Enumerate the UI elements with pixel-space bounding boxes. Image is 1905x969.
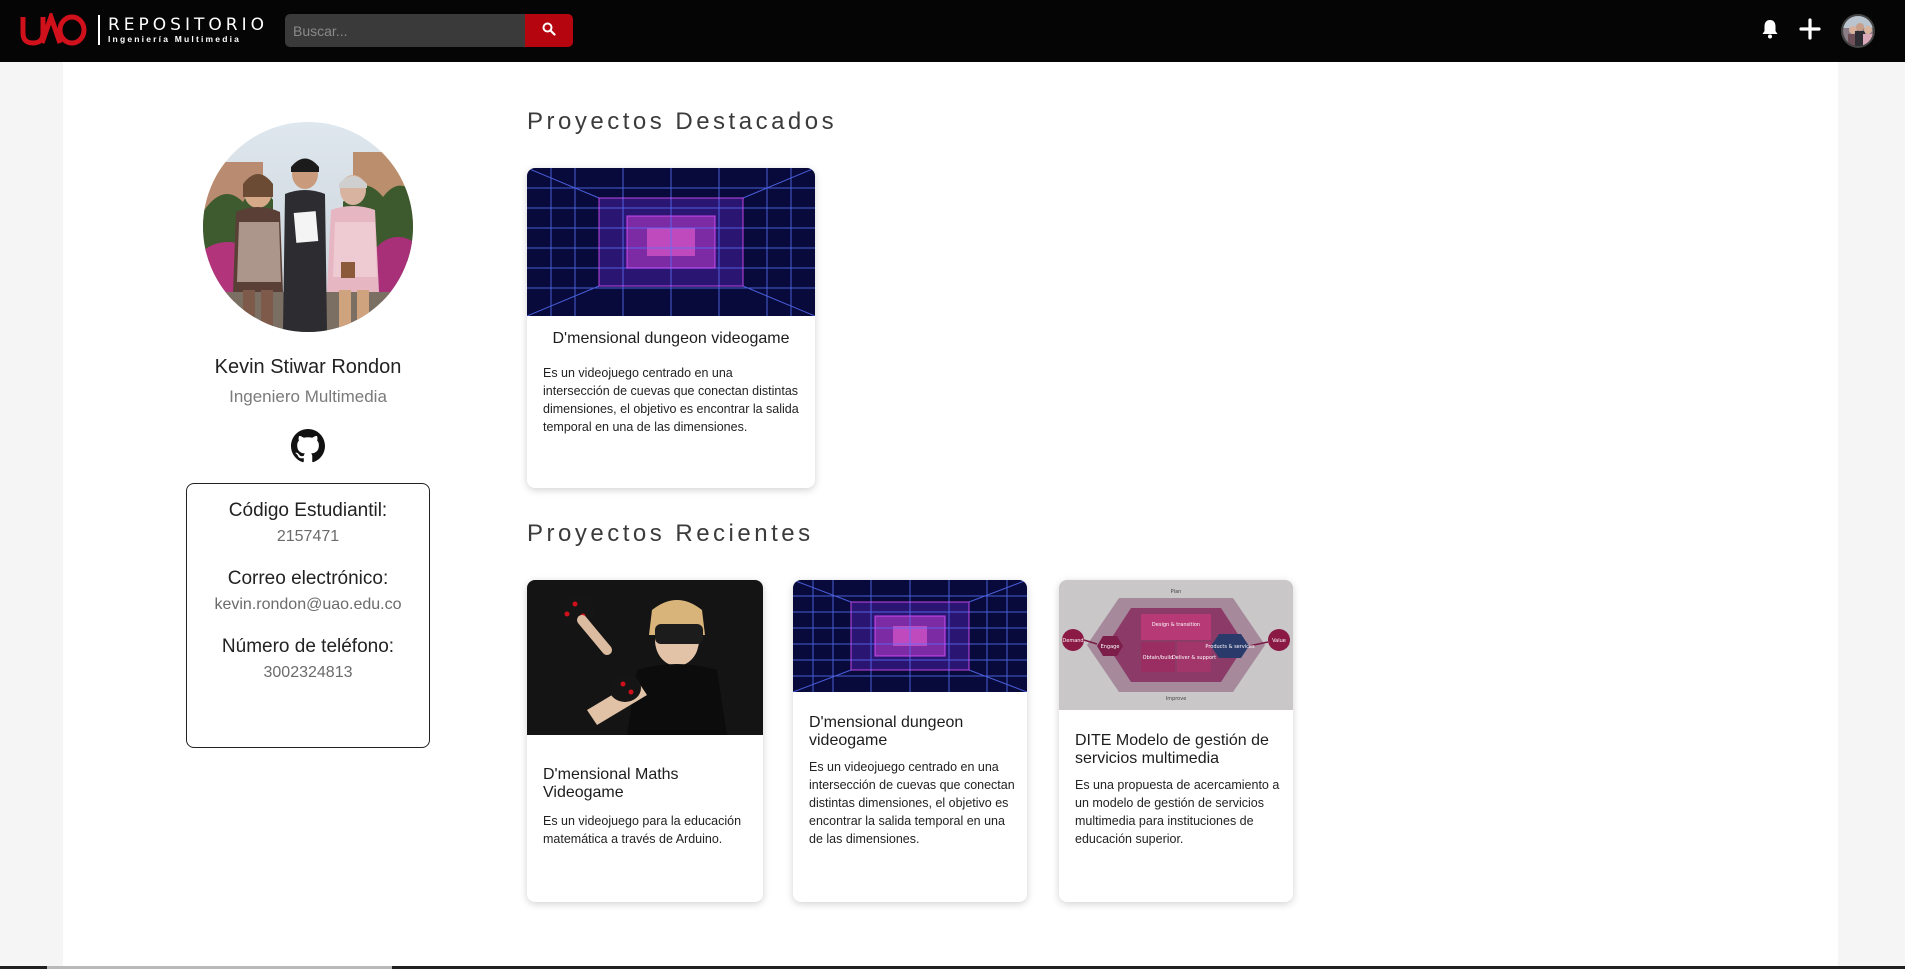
featured-project-card[interactable]: D'mensional dungeon videogame Es un vide… (527, 168, 815, 488)
diagram-node-value: Value (1272, 638, 1286, 644)
phone-label: Número de teléfono: (221, 636, 395, 657)
email-group: Correo electrónico: kevin.rondon@uao.edu… (214, 568, 401, 614)
uao-logo[interactable]: REPOSITORIO Ingeniería Multimedia (20, 12, 268, 48)
search-icon (542, 22, 556, 39)
plus-icon (1799, 17, 1821, 45)
diagram-node-design: Design & transition (1152, 622, 1200, 628)
phone-group: Número de teléfono: 3002324813 (222, 636, 394, 682)
top-actions (1761, 13, 1875, 49)
logo-divider (98, 15, 100, 45)
recent-project-card[interactable]: D'mensional Maths Videogame Es un videoj… (527, 580, 763, 902)
phone-value: 3002324813 (263, 664, 353, 681)
email-value: kevin.rondon@uao.edu.co (214, 596, 402, 613)
project-description: Es un videojuego para la educación matem… (543, 814, 742, 846)
diagram-node-plan: Plan (1171, 589, 1182, 595)
top-navbar: REPOSITORIO Ingeniería Multimedia (0, 0, 1905, 62)
add-project-button[interactable] (1799, 17, 1821, 45)
project-title: D'mensional dungeon videogame (809, 714, 964, 749)
student-code-group: Código Estudiantil: 2157471 (229, 500, 387, 546)
user-avatar[interactable] (1841, 14, 1875, 48)
profile-photo (203, 122, 413, 332)
logo-text: REPOSITORIO Ingeniería Multimedia (108, 16, 268, 44)
recent-projects-title: Proyectos Recientes (527, 520, 814, 547)
diagram-node-obtain: Obtain/build (1143, 655, 1174, 661)
student-code-value: 2157471 (276, 528, 340, 545)
logo-title: REPOSITORIO (108, 15, 268, 35)
project-title: D'mensional Maths Videogame (543, 766, 679, 801)
diagram-node-improve: Improve (1166, 696, 1187, 702)
project-description: Es un videojuego centrado en una interse… (809, 760, 1015, 846)
featured-projects-title: Proyectos Destacados (527, 108, 838, 135)
github-link[interactable] (291, 429, 325, 463)
profile-name: Kevin Stiwar Rondon (214, 356, 402, 378)
project-thumbnail: Plan Design & transition Obtain/build De… (1059, 580, 1293, 710)
recent-project-card[interactable]: D'mensional dungeon videogame Es un vide… (793, 580, 1027, 902)
project-thumbnail (793, 580, 1027, 692)
project-thumbnail (527, 168, 815, 316)
search-button[interactable] (525, 14, 573, 47)
diagram-node-engage: Engage (1101, 644, 1120, 650)
notifications-button[interactable] (1761, 19, 1779, 44)
project-thumbnail (527, 580, 763, 735)
project-description: Es una propuesta de acercamiento a un mo… (1075, 778, 1280, 846)
diagram-node-products: Products & services (1205, 644, 1255, 650)
project-description: Es un videojuego centrado en una interse… (543, 366, 799, 434)
diagram-node-deliver: Deliver & support (1172, 655, 1216, 661)
search-bar (285, 14, 573, 47)
profile-role: Ingeniero Multimedia (229, 387, 387, 406)
student-code-label: Código Estudiantil: (228, 500, 388, 521)
github-icon (291, 429, 325, 467)
main-panel: Kevin Stiwar Rondon Ingeniero Multimedia… (63, 62, 1838, 969)
recent-project-card[interactable]: Plan Design & transition Obtain/build De… (1059, 580, 1293, 902)
bell-icon (1761, 19, 1779, 44)
contact-info-card: Código Estudiantil: 2157471 Correo elect… (186, 483, 430, 748)
project-title: DITE Modelo de gestión de servicios mult… (1075, 732, 1269, 767)
email-label: Correo electrónico: (227, 568, 389, 589)
search-input[interactable] (285, 14, 525, 47)
logo-subtitle: Ingeniería Multimedia (108, 34, 242, 44)
project-title: D'mensional dungeon videogame (552, 330, 790, 347)
uao-logo-mark (20, 13, 88, 47)
profile-sidebar: Kevin Stiwar Rondon Ingeniero Multimedia… (183, 122, 433, 748)
diagram-node-demand: Demand (1062, 638, 1083, 644)
